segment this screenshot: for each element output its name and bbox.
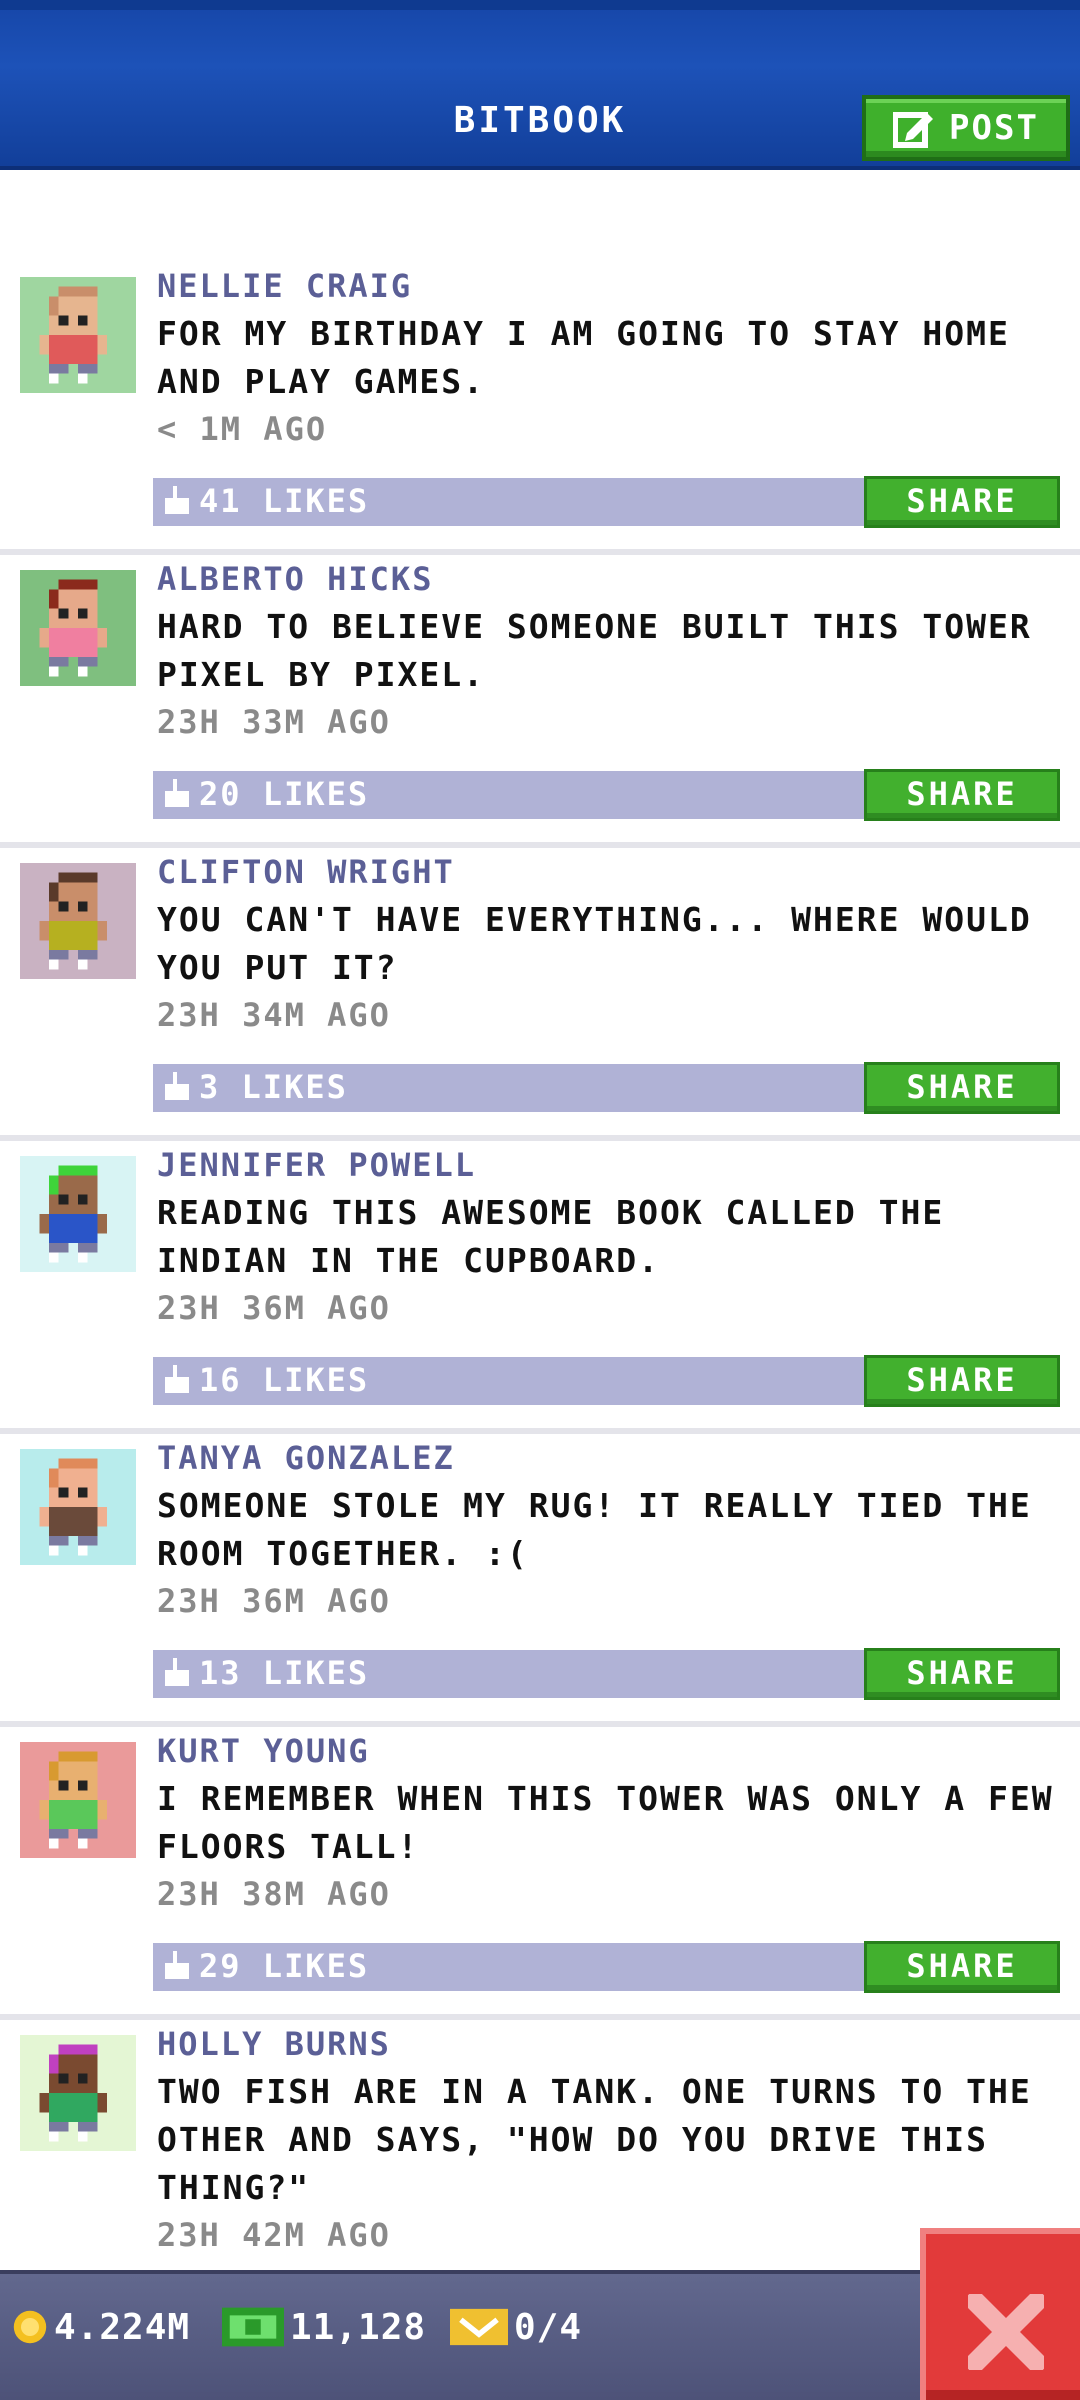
post-author[interactable]: ALBERTO HICKS — [157, 560, 433, 598]
post-timestamp: 23H 36M AGO — [157, 1582, 391, 1620]
post-message: FOR MY BIRTHDAY I AM GOING TO STAY HOME … — [157, 314, 1010, 401]
header-top-line — [0, 0, 1080, 10]
avatar[interactable] — [20, 1742, 136, 1858]
share-button[interactable]: SHARE — [864, 1355, 1060, 1407]
tickets-value: 0/4 — [514, 2306, 583, 2348]
post-message: TWO FISH ARE IN A TANK. ONE TURNS TO THE… — [157, 2072, 1032, 2207]
thumbs-up-icon — [165, 1658, 189, 1686]
avatar[interactable] — [20, 277, 136, 393]
post-feed: NELLIE CRAIG FOR MY BIRTHDAY I AM GOING T… — [0, 262, 1080, 2313]
bux-value: 11,128 — [290, 2306, 427, 2348]
post-item: CLIFTON WRIGHT YOU CAN'T HAVE EVERYTHING.… — [0, 848, 1080, 1141]
avatar[interactable] — [20, 863, 136, 979]
avatar[interactable] — [20, 570, 136, 686]
post-timestamp: 23H 36M AGO — [157, 1289, 391, 1327]
thumbs-up-icon — [165, 779, 189, 807]
post-author[interactable]: NELLIE CRAIG — [157, 267, 412, 305]
edit-icon — [893, 112, 934, 148]
post-timestamp: 23H 38M AGO — [157, 1875, 391, 1913]
avatar[interactable] — [20, 1449, 136, 1565]
post-timestamp: 23H 42M AGO — [157, 2216, 391, 2254]
coins-value: 4.224M — [54, 2306, 191, 2348]
post-message: READING THIS AWESOME BOOK CALLED THE IND… — [157, 1193, 945, 1280]
post-button[interactable]: POST — [862, 95, 1070, 161]
coins-stat: 4.224M — [12, 2302, 190, 2352]
close-icon — [968, 2294, 1044, 2370]
share-button[interactable]: SHARE — [864, 769, 1060, 821]
post-message: HARD TO BELIEVE SOMEONE BUILT THIS TOWER… — [157, 607, 1032, 694]
bux-stat: 11,128 — [222, 2302, 426, 2352]
avatar[interactable] — [20, 1156, 136, 1272]
post-timestamp: 23H 34M AGO — [157, 996, 391, 1034]
post-button-label: POST — [949, 108, 1039, 148]
post-item: ALBERTO HICKS HARD TO BELIEVE SOMEONE BUI… — [0, 555, 1080, 848]
share-button[interactable]: SHARE — [864, 476, 1060, 528]
share-button[interactable]: SHARE — [864, 1941, 1060, 1993]
like-count: 29 LIKES — [199, 1947, 370, 1985]
like-count: 41 LIKES — [199, 482, 370, 520]
share-button[interactable]: SHARE — [864, 1062, 1060, 1114]
like-count: 3 LIKES — [199, 1068, 348, 1106]
post-message: YOU CAN'T HAVE EVERYTHING... WHERE WOULD… — [157, 900, 1032, 987]
thumbs-up-icon — [165, 1072, 189, 1100]
like-count: 13 LIKES — [199, 1654, 370, 1692]
coin-icon — [13, 2310, 47, 2344]
like-count: 20 LIKES — [199, 775, 370, 813]
post-item: NELLIE CRAIG FOR MY BIRTHDAY I AM GOING T… — [0, 262, 1080, 555]
like-count: 16 LIKES — [199, 1361, 370, 1399]
post-item: JENNIFER POWELL READING THIS AWESOME BOOK… — [0, 1141, 1080, 1434]
bux-icon — [222, 2307, 284, 2347]
app-header: BITBOOK POST — [0, 0, 1080, 170]
post-item: TANYA GONZALEZ SOMEONE STOLE MY RUG! IT R… — [0, 1434, 1080, 1727]
post-author[interactable]: TANYA GONZALEZ — [157, 1439, 455, 1477]
avatar[interactable] — [20, 2035, 136, 2151]
post-message: I REMEMBER WHEN THIS TOWER WAS ONLY A FE… — [157, 1779, 1054, 1866]
thumbs-up-icon — [165, 1951, 189, 1979]
post-author[interactable]: HOLLY BURNS — [157, 2025, 391, 2063]
post-timestamp: < 1M AGO — [157, 410, 328, 448]
post-author[interactable]: JENNIFER POWELL — [157, 1146, 476, 1184]
post-message: SOMEONE STOLE MY RUG! IT REALLY TIED THE… — [157, 1486, 1032, 1573]
bottom-status-bar: 4.224M 11,128 0/4 — [0, 2270, 1080, 2400]
share-button[interactable]: SHARE — [864, 1648, 1060, 1700]
post-timestamp: 23H 33M AGO — [157, 703, 391, 741]
post-author[interactable]: KURT YOUNG — [157, 1732, 370, 1770]
close-button[interactable] — [920, 2228, 1080, 2400]
thumbs-up-icon — [165, 1365, 189, 1393]
post-item: KURT YOUNG I REMEMBER WHEN THIS TOWER WAS… — [0, 1727, 1080, 2020]
thumbs-up-icon — [165, 486, 189, 514]
post-author[interactable]: CLIFTON WRIGHT — [157, 853, 455, 891]
ticket-icon — [450, 2308, 508, 2346]
tickets-stat: 0/4 — [450, 2302, 582, 2352]
